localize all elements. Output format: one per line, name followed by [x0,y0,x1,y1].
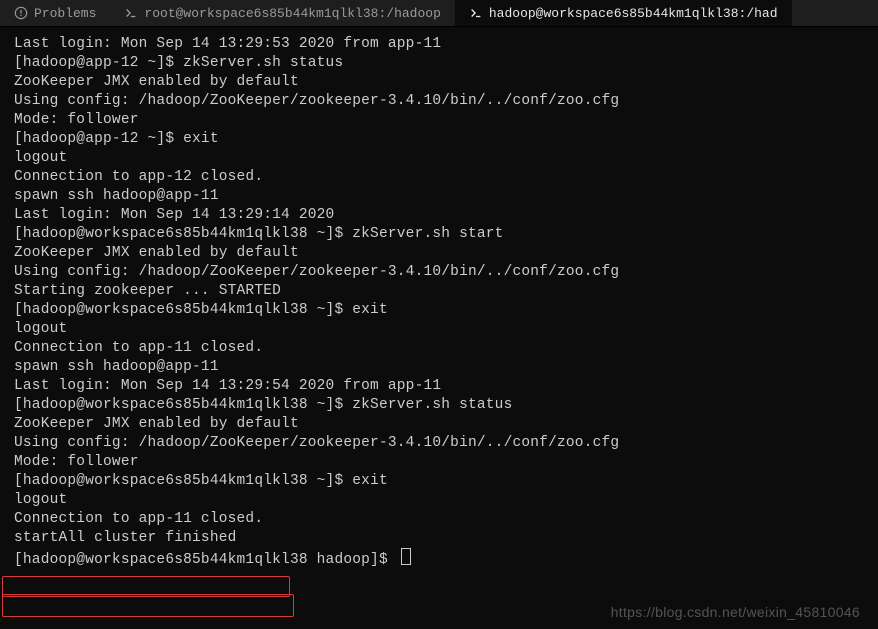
tab-label: Problems [34,6,96,21]
terminal-line: Last login: Mon Sep 14 13:29:53 2020 fro… [14,35,878,54]
terminal-line: [hadoop@workspace6s85b44km1qlkl38 ~]$ ex… [14,301,878,320]
highlight-box [2,576,290,597]
watermark-text: https://blog.csdn.net/weixin_45810046 [611,603,860,622]
terminal-line: Using config: /hadoop/ZooKeeper/zookeepe… [14,263,878,282]
terminal-line: Connection to app-11 closed. [14,339,878,358]
terminal-line: [hadoop@workspace6s85b44km1qlkl38 ~]$ ex… [14,472,878,491]
terminal-line: logout [14,149,878,168]
tab-terminal-hadoop[interactable]: hadoop@workspace6s85b44km1qlkl38:/had [455,0,792,26]
terminal-icon [469,6,483,20]
cursor-icon [401,548,411,565]
terminal-line: Connection to app-11 closed. [14,510,878,529]
terminal-line: [hadoop@app-12 ~]$ exit [14,130,878,149]
terminal-line: Last login: Mon Sep 14 13:29:54 2020 fro… [14,377,878,396]
terminal-line: ZooKeeper JMX enabled by default [14,415,878,434]
tab-problems[interactable]: Problems [0,0,110,26]
highlight-box [2,594,294,617]
warning-icon [14,6,28,20]
tab-label: root@workspace6s85b44km1qlkl38:/hadoop [144,6,440,21]
terminal-line: [hadoop@app-12 ~]$ zkServer.sh status [14,54,878,73]
terminal-icon [124,6,138,20]
terminal-prompt: [hadoop@workspace6s85b44km1qlkl38 hadoop… [14,548,878,570]
terminal-line: Mode: follower [14,111,878,130]
terminal-line: ZooKeeper JMX enabled by default [14,73,878,92]
terminal-line: Using config: /hadoop/ZooKeeper/zookeepe… [14,92,878,111]
tab-label: hadoop@workspace6s85b44km1qlkl38:/had [489,6,778,21]
terminal-line: Connection to app-12 closed. [14,168,878,187]
terminal-line: spawn ssh hadoop@app-11 [14,187,878,206]
terminal-line: [hadoop@workspace6s85b44km1qlkl38 ~]$ zk… [14,225,878,244]
terminal-line: Mode: follower [14,453,878,472]
terminal-line: startAll cluster finished [14,529,878,548]
terminal-output[interactable]: Last login: Mon Sep 14 13:29:53 2020 fro… [0,27,878,629]
tab-bar: Problems root@workspace6s85b44km1qlkl38:… [0,0,878,27]
terminal-line: Starting zookeeper ... STARTED [14,282,878,301]
terminal-line: [hadoop@workspace6s85b44km1qlkl38 ~]$ zk… [14,396,878,415]
tab-terminal-root[interactable]: root@workspace6s85b44km1qlkl38:/hadoop [110,0,454,26]
terminal-line: spawn ssh hadoop@app-11 [14,358,878,377]
terminal-line: logout [14,320,878,339]
terminal-line: Last login: Mon Sep 14 13:29:14 2020 [14,206,878,225]
terminal-line: ZooKeeper JMX enabled by default [14,244,878,263]
terminal-line: logout [14,491,878,510]
terminal-line: Using config: /hadoop/ZooKeeper/zookeepe… [14,434,878,453]
